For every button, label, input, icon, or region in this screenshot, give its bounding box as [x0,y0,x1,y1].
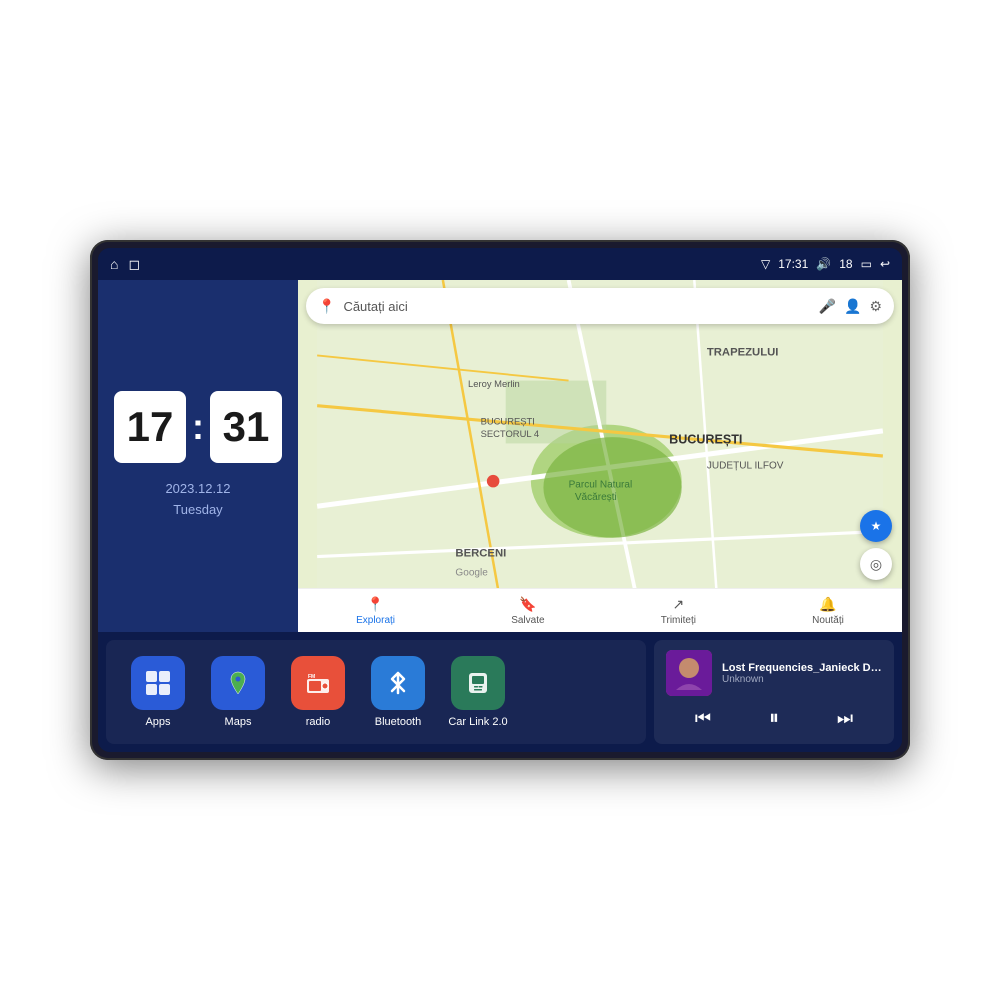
top-section: 17 : 31 2023.12.12 Tuesday [98,280,902,632]
app-item-radio[interactable]: FM radio [286,656,350,728]
map-area[interactable]: Parcul Natural Văcărești TRAPEZULUI BUCU… [298,280,902,632]
bluetooth-icon-app [371,656,425,710]
map-navigate-button[interactable]: ★ [860,510,892,542]
map-search-bar[interactable]: 📍 Căutați aici 🎤 👤 ⚙ [306,288,894,324]
signal-icon: ▽ [761,257,770,271]
avatar-icon[interactable]: 👤 [844,298,861,315]
clock-minutes: 31 [210,391,282,463]
svg-text:TRAPEZULUI: TRAPEZULUI [707,346,779,358]
svg-text:FM: FM [308,674,315,680]
news-icon: 🔔 [819,596,836,613]
device: ⌂ ◻ ▽ 17:31 🔊 18 ▭ ↩ 17 : 31 [90,240,910,760]
music-player: Lost Frequencies_Janieck Devy-... Unknow… [654,640,894,744]
back-icon[interactable]: ↩ [880,257,890,271]
svg-text:Google: Google [455,567,488,578]
date-value: 2023.12.12 [165,479,230,500]
clock-hours: 17 [114,391,186,463]
app-item-maps[interactable]: Maps [206,656,270,728]
music-top: Lost Frequencies_Janieck Devy-... Unknow… [666,650,882,696]
map-search-text[interactable]: Căutați aici [343,299,810,314]
map-tab-send[interactable]: ↗ Trimiteți [661,596,696,626]
clock-colon: : [192,406,204,448]
clock-widget: 17 : 31 2023.12.12 Tuesday [98,280,298,632]
saved-icon: 🔖 [519,596,536,613]
mic-icon[interactable]: 🎤 [819,298,836,315]
svg-text:BUCUREȘTI: BUCUREȘTI [481,416,535,427]
song-artist: Unknown [722,674,882,685]
volume-icon: 🔊 [816,257,831,271]
settings-icon[interactable]: ⚙ [869,298,882,315]
bottom-section: Apps Maps [98,632,902,752]
album-art [666,650,712,696]
send-icon: ↗ [672,596,684,613]
music-controls: ⏮ ⏸ ⏭ [666,703,882,734]
status-right: ▽ 17:31 🔊 18 ▭ ↩ [761,257,890,271]
apps-icon [131,656,185,710]
map-tab-explore[interactable]: 📍 Explorați [356,596,395,626]
day-value: Tuesday [165,500,230,521]
song-info: Lost Frequencies_Janieck Devy-... Unknow… [722,662,882,685]
song-title: Lost Frequencies_Janieck Devy-... [722,662,882,674]
svg-text:JUDEȚUL ILFOV: JUDEȚUL ILFOV [707,461,784,472]
send-label: Trimiteți [661,615,696,626]
radio-icon: FM [291,656,345,710]
next-button[interactable]: ⏭ [837,708,853,729]
explore-icon: 📍 [367,596,384,613]
battery-level: 18 [839,257,852,271]
map-pin-icon: 📍 [318,298,335,315]
svg-text:Parcul Natural: Parcul Natural [569,479,633,490]
bluetooth-label: Bluetooth [375,716,421,728]
map-search-icons: 🎤 👤 ⚙ [819,298,882,315]
main-content: 17 : 31 2023.12.12 Tuesday [98,280,902,752]
battery-icon: ▭ [861,257,872,271]
prev-button[interactable]: ⏮ [695,708,711,729]
date-display: 2023.12.12 Tuesday [165,479,230,521]
maps-icon [211,656,265,710]
saved-label: Salvate [511,615,544,626]
explore-label: Explorați [356,615,395,626]
app-item-carlink[interactable]: Car Link 2.0 [446,656,510,728]
news-label: Noutăți [812,615,844,626]
map-bottom-bar: 📍 Explorați 🔖 Salvate ↗ Trimiteți 🔔 [298,588,902,632]
status-left: ⌂ ◻ [110,256,140,273]
svg-text:Leroy Merlin: Leroy Merlin [468,378,520,389]
status-time: 17:31 [778,257,808,271]
screen: ⌂ ◻ ▽ 17:31 🔊 18 ▭ ↩ 17 : 31 [98,248,902,752]
status-bar: ⌂ ◻ ▽ 17:31 🔊 18 ▭ ↩ [98,248,902,280]
svg-text:BERCENI: BERCENI [455,548,506,560]
app-item-bluetooth[interactable]: Bluetooth [366,656,430,728]
carlink-label: Car Link 2.0 [448,716,507,728]
apps-row: Apps Maps [106,640,646,744]
map-tab-news[interactable]: 🔔 Noutăți [812,596,844,626]
svg-text:SECTORUL 4: SECTORUL 4 [481,428,540,439]
clock-display: 17 : 31 [114,391,282,463]
play-pause-button[interactable]: ⏸ [769,707,779,730]
home-icon[interactable]: ⌂ [110,256,118,272]
svg-text:Văcărești: Văcărești [575,492,617,503]
svg-text:BUCUREȘTI: BUCUREȘTI [669,432,742,446]
apps-label: Apps [145,716,170,728]
app-item-apps[interactable]: Apps [126,656,190,728]
maps-label: Maps [225,716,252,728]
map-tab-saved[interactable]: 🔖 Salvate [511,596,544,626]
map-locate-button[interactable]: ◎ [860,548,892,580]
radio-label: radio [306,716,330,728]
carlink-icon [451,656,505,710]
nav-icon[interactable]: ◻ [128,256,140,273]
